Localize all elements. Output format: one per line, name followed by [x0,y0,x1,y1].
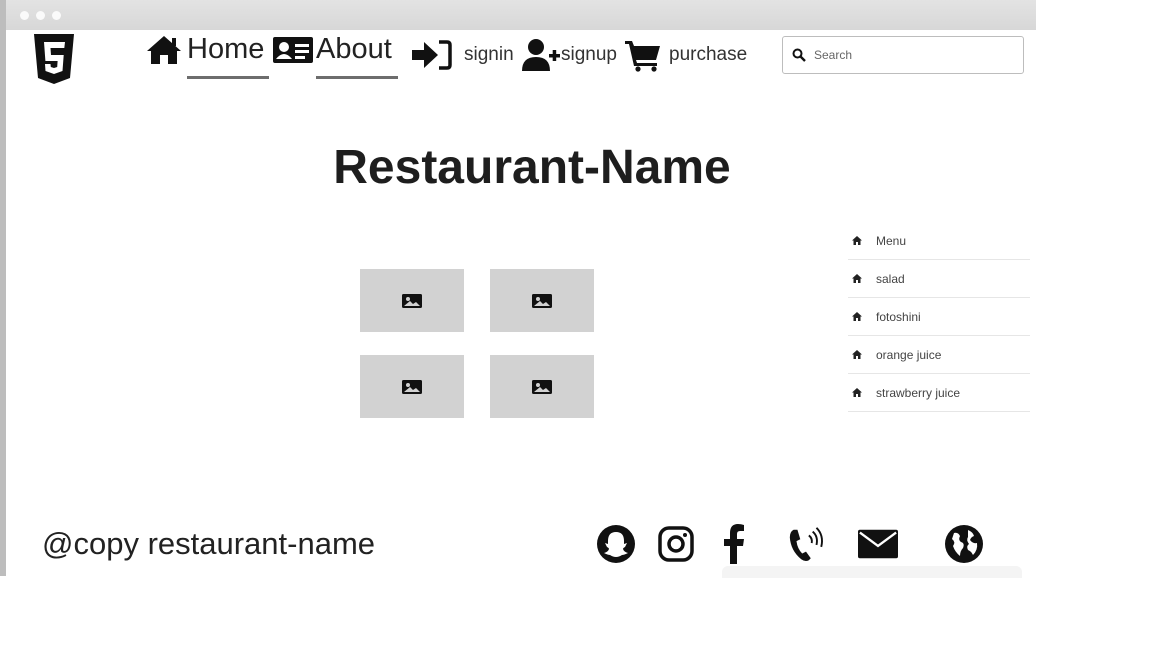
image-icon [402,379,422,394]
shopping-cart-icon [625,41,660,72]
instagram-icon[interactable] [656,524,696,564]
menu-item-label: Menu [876,233,907,248]
image-placeholder[interactable] [490,269,594,332]
home-icon [852,236,862,245]
nav-signin[interactable]: signin [410,38,514,72]
search-icon [792,48,806,62]
search-box[interactable] [782,36,1024,74]
window-dot[interactable] [20,11,29,20]
search-input[interactable] [812,47,1006,63]
nav-home[interactable]: Home [145,33,264,66]
home-icon [147,35,181,64]
footer-copyright: @copy restaurant-name [42,526,376,561]
footer-divider [722,566,1022,578]
image-placeholder[interactable] [490,355,594,418]
window-dot[interactable] [52,11,61,20]
nav-about-label: About [316,33,392,65]
nav-home-label: Home [187,33,265,65]
image-placeholder[interactable] [360,269,464,332]
image-icon [532,379,552,394]
home-icon [852,274,862,283]
side-menu: Menu salad fotoshini orange juice strawb… [848,222,1030,412]
image-placeholder[interactable] [360,355,464,418]
menu-item-label: salad [876,271,905,286]
html5-logo [34,34,74,84]
nav-about[interactable]: About [273,33,392,66]
menu-item[interactable]: Menu [848,222,1030,260]
phone-icon[interactable] [786,524,826,564]
menu-item-label: strawberry juice [876,385,961,400]
sign-in-icon [412,40,452,70]
menu-item[interactable]: salad [848,260,1030,298]
home-icon [852,350,862,359]
id-card-icon [273,36,313,63]
nav-home-underline [187,76,269,79]
window-dot[interactable] [36,11,45,20]
mail-icon[interactable] [858,524,898,564]
menu-item-label: orange juice [876,347,942,362]
nav-purchase-label: purchase [669,44,748,65]
image-icon [532,293,552,308]
snapchat-icon[interactable] [596,524,636,564]
nav-purchase[interactable]: purchase [624,38,747,72]
nav-about-underline [316,76,398,79]
menu-item-label: fotoshini [876,309,921,324]
user-plus-icon [522,39,560,71]
home-icon [852,312,862,321]
nav-signin-label: signin [464,44,514,65]
facebook-icon[interactable] [714,524,754,564]
menu-item[interactable]: fotoshini [848,298,1030,336]
home-icon [852,388,862,397]
window-titlebar [6,0,1036,30]
globe-icon[interactable] [944,524,984,564]
image-icon [402,293,422,308]
nav-signup[interactable]: signup [521,38,617,72]
page-title: Restaurant-Name [333,141,731,194]
menu-item[interactable]: strawberry juice [848,374,1030,412]
menu-item[interactable]: orange juice [848,336,1030,374]
nav-signup-label: signup [561,44,617,65]
